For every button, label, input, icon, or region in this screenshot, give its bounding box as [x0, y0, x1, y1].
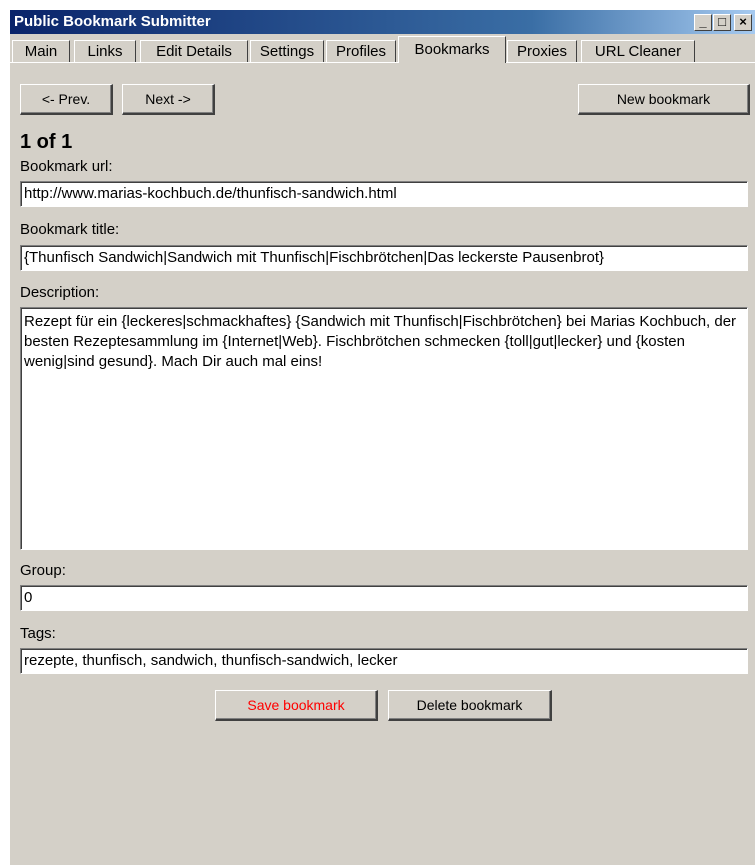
minimize-icon[interactable]: _ — [694, 14, 712, 31]
maximize-icon[interactable]: □ — [713, 14, 731, 31]
tab-profiles[interactable]: Profiles — [326, 40, 396, 62]
tab-links[interactable]: Links — [74, 40, 136, 62]
tags-label: Tags: — [20, 625, 56, 642]
description-label: Description: — [20, 284, 100, 301]
tab-settings[interactable]: Settings — [250, 40, 324, 62]
tab-bar: Main Links Edit Details Settings Profile… — [10, 36, 755, 63]
url-label: Bookmark url: — [20, 158, 113, 175]
delete-bookmark-button[interactable]: Delete bookmark — [388, 690, 552, 721]
title-bar[interactable]: Public Bookmark Submitter _ □ × — [10, 10, 755, 34]
description-textarea[interactable]: Rezept für ein {leckeres|schmackhaftes} … — [20, 307, 748, 550]
tab-edit-details[interactable]: Edit Details — [140, 40, 248, 62]
tab-url-cleaner[interactable]: URL Cleaner — [581, 40, 695, 62]
tags-field[interactable]: rezepte, thunfisch, sandwich, thunfisch-… — [20, 648, 748, 674]
tab-main[interactable]: Main — [12, 40, 70, 62]
save-bookmark-button[interactable]: Save bookmark — [215, 690, 378, 721]
window-title: Public Bookmark Submitter — [14, 13, 211, 30]
new-bookmark-button[interactable]: New bookmark — [578, 84, 750, 115]
title-label: Bookmark title: — [20, 221, 120, 238]
bookmark-title-field[interactable]: {Thunfisch Sandwich|Sandwich mit Thunfis… — [20, 245, 748, 271]
group-field[interactable]: 0 — [20, 585, 748, 611]
prev-button[interactable]: <- Prev. — [20, 84, 113, 115]
next-button[interactable]: Next -> — [122, 84, 215, 115]
bookmark-url-field[interactable]: http://www.marias-kochbuch.de/thunfisch-… — [20, 181, 748, 207]
record-counter: 1 of 1 — [20, 131, 73, 153]
group-label: Group: — [20, 562, 66, 579]
app-window: Public Bookmark Submitter _ □ × Main Lin… — [10, 10, 755, 865]
tab-bookmarks[interactable]: Bookmarks — [398, 36, 506, 63]
tab-proxies[interactable]: Proxies — [507, 40, 577, 62]
close-icon[interactable]: × — [734, 14, 752, 31]
